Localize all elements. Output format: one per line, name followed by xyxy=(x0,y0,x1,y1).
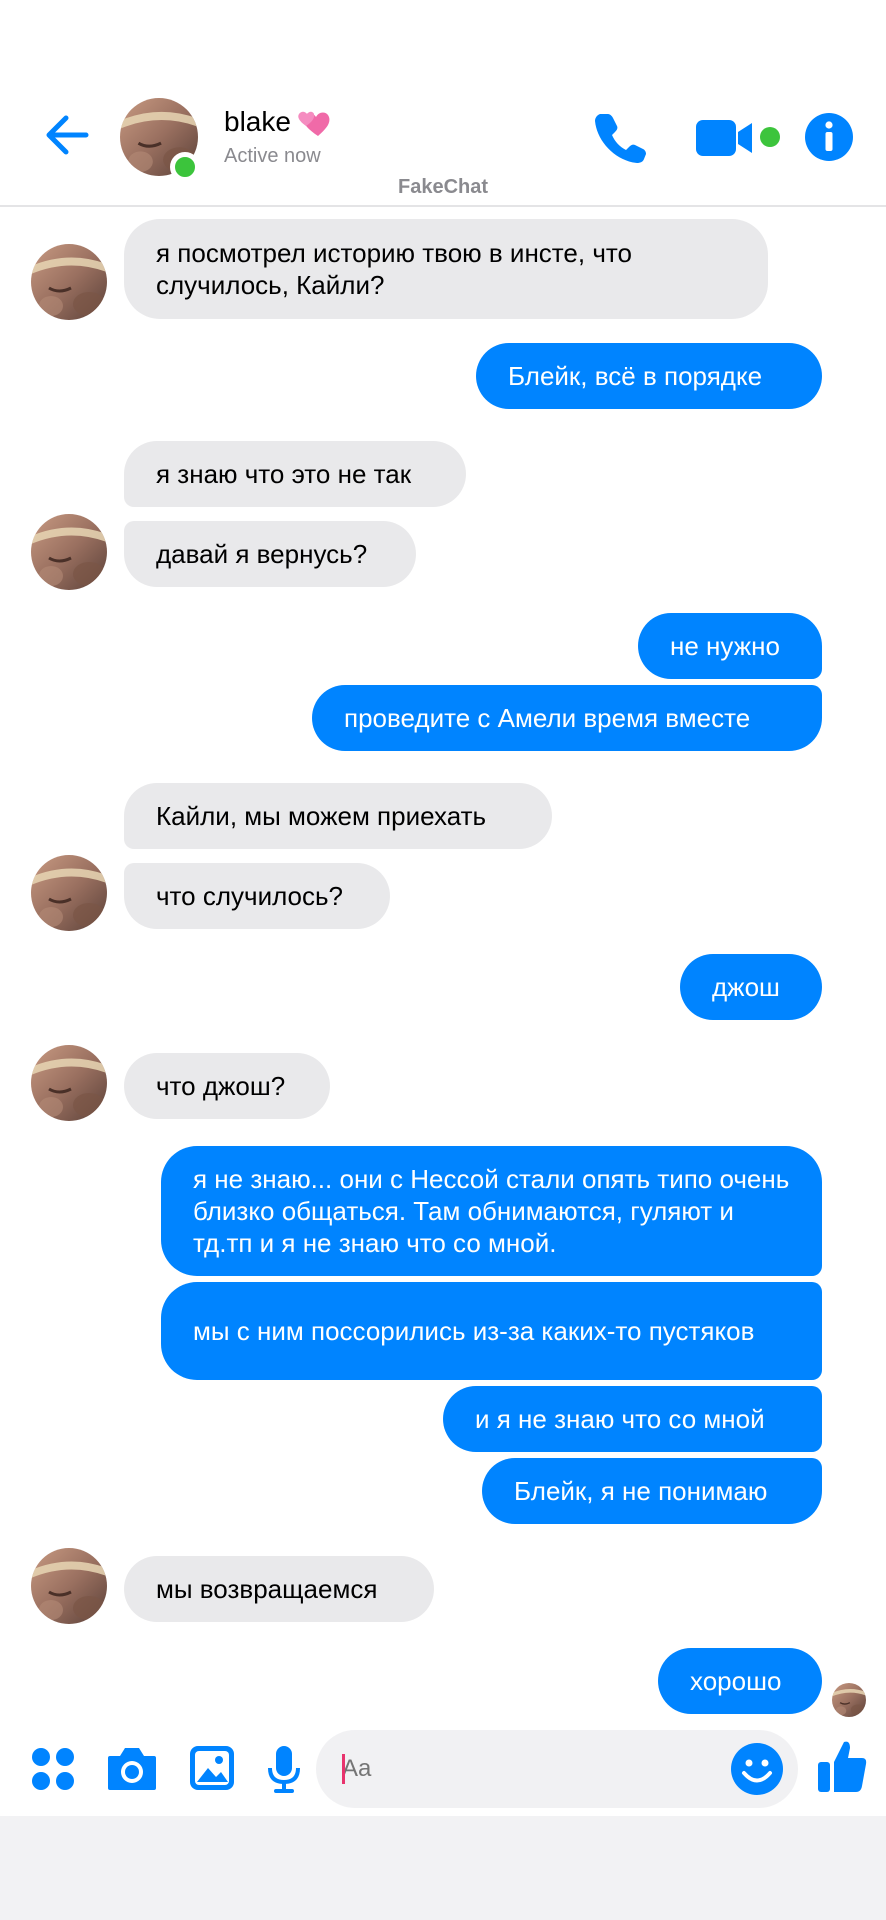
sender-avatar xyxy=(31,855,107,931)
message-list: я посмотрел историю твою в инсте, что сл… xyxy=(0,209,886,1729)
message-bubble-outgoing[interactable]: Блейк, я не понимаю xyxy=(482,1458,822,1524)
message-bubble-outgoing[interactable]: и я не знаю что со мной xyxy=(443,1386,822,1452)
sender-avatar xyxy=(31,244,107,320)
message-bubble-incoming[interactable]: мы возвращаемся xyxy=(124,1556,434,1622)
thumbs-up-icon[interactable] xyxy=(816,1738,868,1794)
chat-header: blake Active now FakeChat xyxy=(0,0,886,207)
message-bubble-incoming[interactable]: что случилось? xyxy=(124,863,390,929)
two-hearts-icon xyxy=(298,111,330,136)
text-caret xyxy=(342,1754,345,1784)
message-bubble-outgoing[interactable]: мы с ним поссорились из-за каких-то пуст… xyxy=(161,1282,822,1380)
contact-status: Active now xyxy=(224,145,321,167)
phone-icon[interactable] xyxy=(594,110,648,164)
message-bubble-incoming[interactable]: я знаю что это не так xyxy=(124,441,466,507)
info-icon[interactable] xyxy=(804,112,854,162)
watermark: FakeChat xyxy=(397,176,489,198)
microphone-icon[interactable] xyxy=(266,1744,302,1794)
video-online-indicator xyxy=(760,127,780,147)
message-bubble-outgoing[interactable]: хорошо xyxy=(658,1648,822,1714)
arrow-left-icon[interactable] xyxy=(40,108,94,162)
sender-avatar xyxy=(31,514,107,590)
seen-receipt-avatar xyxy=(832,1683,866,1717)
camera-icon[interactable] xyxy=(106,1744,158,1792)
message-bubble-incoming[interactable]: я посмотрел историю твою в инсте, что сл… xyxy=(124,219,768,319)
message-composer[interactable] xyxy=(316,1730,798,1808)
message-input[interactable] xyxy=(342,1730,702,1808)
message-bubble-outgoing[interactable]: не нужно xyxy=(638,613,822,679)
four-dots-icon[interactable] xyxy=(30,1746,76,1792)
sender-avatar xyxy=(31,1548,107,1624)
image-icon[interactable] xyxy=(188,1744,236,1792)
smiley-icon[interactable] xyxy=(730,1742,784,1796)
sender-avatar xyxy=(31,1045,107,1121)
message-bubble-incoming[interactable]: давай я вернусь? xyxy=(124,521,416,587)
message-bubble-incoming[interactable]: Кайли, мы можем приехать xyxy=(124,783,552,849)
contact-name[interactable]: blake xyxy=(224,106,291,138)
video-camera-icon[interactable] xyxy=(696,118,756,158)
system-navigation-bar xyxy=(0,1816,886,1920)
message-bubble-outgoing[interactable]: я не знаю... они с Нессой стали опять ти… xyxy=(161,1146,822,1276)
message-bubble-outgoing[interactable]: Блейк, всё в порядке xyxy=(476,343,822,409)
message-bubble-incoming[interactable]: что джош? xyxy=(124,1053,330,1119)
message-bubble-outgoing[interactable]: проведите с Амели время вместе xyxy=(312,685,822,751)
message-bubble-outgoing[interactable]: джош xyxy=(680,954,822,1020)
